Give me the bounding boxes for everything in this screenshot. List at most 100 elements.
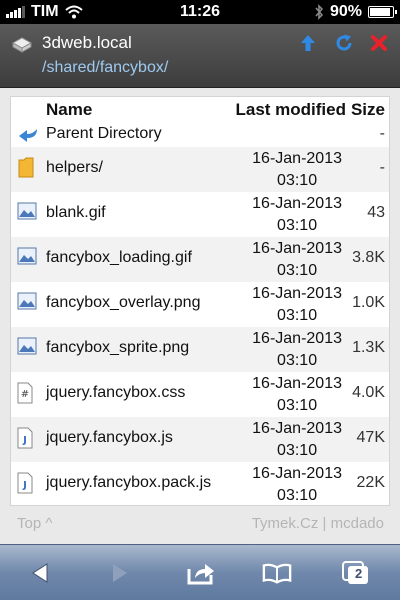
back-button[interactable] (25, 559, 55, 587)
column-name[interactable]: Name (46, 100, 92, 120)
file-name[interactable]: jquery.fancybox.css (46, 384, 185, 402)
tab-count: 2 (355, 566, 363, 581)
file-row[interactable]: fancybox_overlay.png 16-Jan-2013 03:10 1.… (11, 282, 389, 327)
file-name[interactable]: fancybox_loading.gif (46, 249, 192, 267)
file-size: 4.0K (352, 384, 385, 401)
file-modified: 16-Jan-2013 03:10 (252, 148, 342, 192)
up-button[interactable] (297, 32, 319, 54)
file-row[interactable]: helpers/ 16-Jan-2013 03:10 - (11, 147, 389, 192)
parent-size: - (379, 125, 385, 142)
up-arrow-icon (301, 35, 315, 51)
image-file-icon (17, 292, 37, 310)
file-modified: 16-Jan-2013 03:10 (252, 463, 342, 507)
file-name[interactable]: jquery.fancybox.js (46, 429, 173, 447)
parent-directory-row[interactable]: Parent Directory - (11, 123, 389, 147)
file-time: 03:10 (277, 397, 318, 414)
svg-text:J: J (22, 480, 27, 491)
file-name[interactable]: blank.gif (46, 204, 106, 222)
battery-icon (368, 6, 397, 18)
close-icon (371, 35, 387, 51)
refresh-button[interactable] (333, 32, 355, 54)
file-date: 16-Jan-2013 (252, 465, 342, 482)
browser-toolbar: 2 (0, 544, 400, 600)
file-size: 47K (356, 429, 385, 446)
file-row[interactable]: # jquery.fancybox.css 16-Jan-2013 03:10 4… (11, 372, 389, 417)
current-path[interactable]: /shared/fancybox/ (42, 59, 168, 77)
file-name[interactable]: fancybox_overlay.png (46, 294, 200, 312)
file-row[interactable]: blank.gif 16-Jan-2013 03:10 43 (11, 192, 389, 237)
status-time: 11:26 (179, 3, 221, 20)
forward-button[interactable] (105, 559, 135, 587)
file-row[interactable]: J jquery.fancybox.pack.js 16-Jan-2013 03:… (11, 462, 389, 507)
close-button[interactable] (368, 32, 390, 54)
file-modified: 16-Jan-2013 03:10 (252, 418, 342, 462)
file-size: 43 (367, 204, 385, 221)
file-modified: 16-Jan-2013 03:10 (252, 328, 342, 372)
image-file-icon (17, 202, 37, 220)
file-date: 16-Jan-2013 (252, 150, 342, 167)
top-link[interactable]: Top ^ (17, 515, 52, 532)
js-file-icon: J (17, 472, 33, 494)
signal-icon (6, 6, 25, 18)
file-size: - (379, 159, 385, 176)
file-time: 03:10 (277, 352, 318, 369)
svg-text:#: # (21, 389, 29, 400)
file-size: 22K (356, 474, 385, 491)
back-arrow-icon (19, 129, 37, 142)
status-left: TIM (6, 3, 156, 21)
file-time: 03:10 (277, 487, 318, 504)
file-time: 03:10 (277, 217, 318, 234)
bluetooth-icon (315, 4, 324, 20)
share-icon (187, 564, 214, 585)
file-date: 16-Jan-2013 (252, 285, 342, 302)
file-time: 03:10 (277, 442, 318, 459)
forward-icon (113, 564, 127, 582)
file-size: 3.8K (352, 249, 385, 266)
file-size: 1.3K (352, 339, 385, 356)
image-file-icon (17, 247, 37, 265)
file-date: 16-Jan-2013 (252, 375, 342, 392)
refresh-icon (336, 34, 352, 51)
parent-directory-link[interactable]: Parent Directory (46, 125, 162, 143)
file-row[interactable]: fancybox_sprite.png 16-Jan-2013 03:10 1.3… (11, 327, 389, 372)
bookmarks-button[interactable] (262, 559, 292, 587)
file-date: 16-Jan-2013 (252, 330, 342, 347)
credits-text[interactable]: Tymek.Cz | mcdado (252, 515, 384, 532)
file-name[interactable]: helpers/ (46, 159, 103, 177)
file-name[interactable]: jquery.fancybox.pack.js (46, 474, 211, 492)
column-modified[interactable]: Last modified (235, 100, 346, 120)
image-file-icon (17, 337, 37, 355)
file-row[interactable]: fancybox_loading.gif 16-Jan-2013 03:10 3.… (11, 237, 389, 282)
wifi-icon (64, 5, 83, 19)
file-time: 03:10 (277, 307, 318, 324)
file-name[interactable]: fancybox_sprite.png (46, 339, 189, 357)
svg-text:J: J (22, 435, 27, 446)
tabs-button[interactable]: 2 (341, 559, 371, 587)
back-icon (32, 563, 48, 583)
file-time: 03:10 (277, 262, 318, 279)
battery-percent: 90% (329, 3, 362, 20)
drive-icon (11, 37, 33, 53)
file-date: 16-Jan-2013 (252, 240, 342, 257)
file-modified: 16-Jan-2013 03:10 (252, 283, 342, 327)
file-size: 1.0K (352, 294, 385, 311)
status-right: 90% (244, 3, 397, 21)
file-time: 03:10 (277, 172, 318, 189)
file-listing: Name Last modified Size Parent Directory… (10, 96, 390, 506)
status-bar: TIM 11:26 90% (0, 0, 400, 24)
file-row[interactable]: J jquery.fancybox.js 16-Jan-2013 03:10 47… (11, 417, 389, 462)
file-modified: 16-Jan-2013 03:10 (252, 238, 342, 282)
folder-icon (18, 157, 34, 178)
battery-level (370, 8, 390, 16)
file-modified: 16-Jan-2013 03:10 (252, 193, 342, 237)
css-file-icon: # (17, 382, 33, 404)
bookmarks-icon (262, 563, 292, 584)
location-header: 3dweb.local /shared/fancybox/ (0, 24, 400, 88)
page-footer: Top ^ Tymek.Cz | mcdado (0, 512, 400, 536)
share-button[interactable] (186, 559, 216, 587)
file-date: 16-Jan-2013 (252, 420, 342, 437)
file-date: 16-Jan-2013 (252, 195, 342, 212)
js-file-icon: J (17, 427, 33, 449)
column-size[interactable]: Size (351, 100, 385, 120)
file-modified: 16-Jan-2013 03:10 (252, 373, 342, 417)
